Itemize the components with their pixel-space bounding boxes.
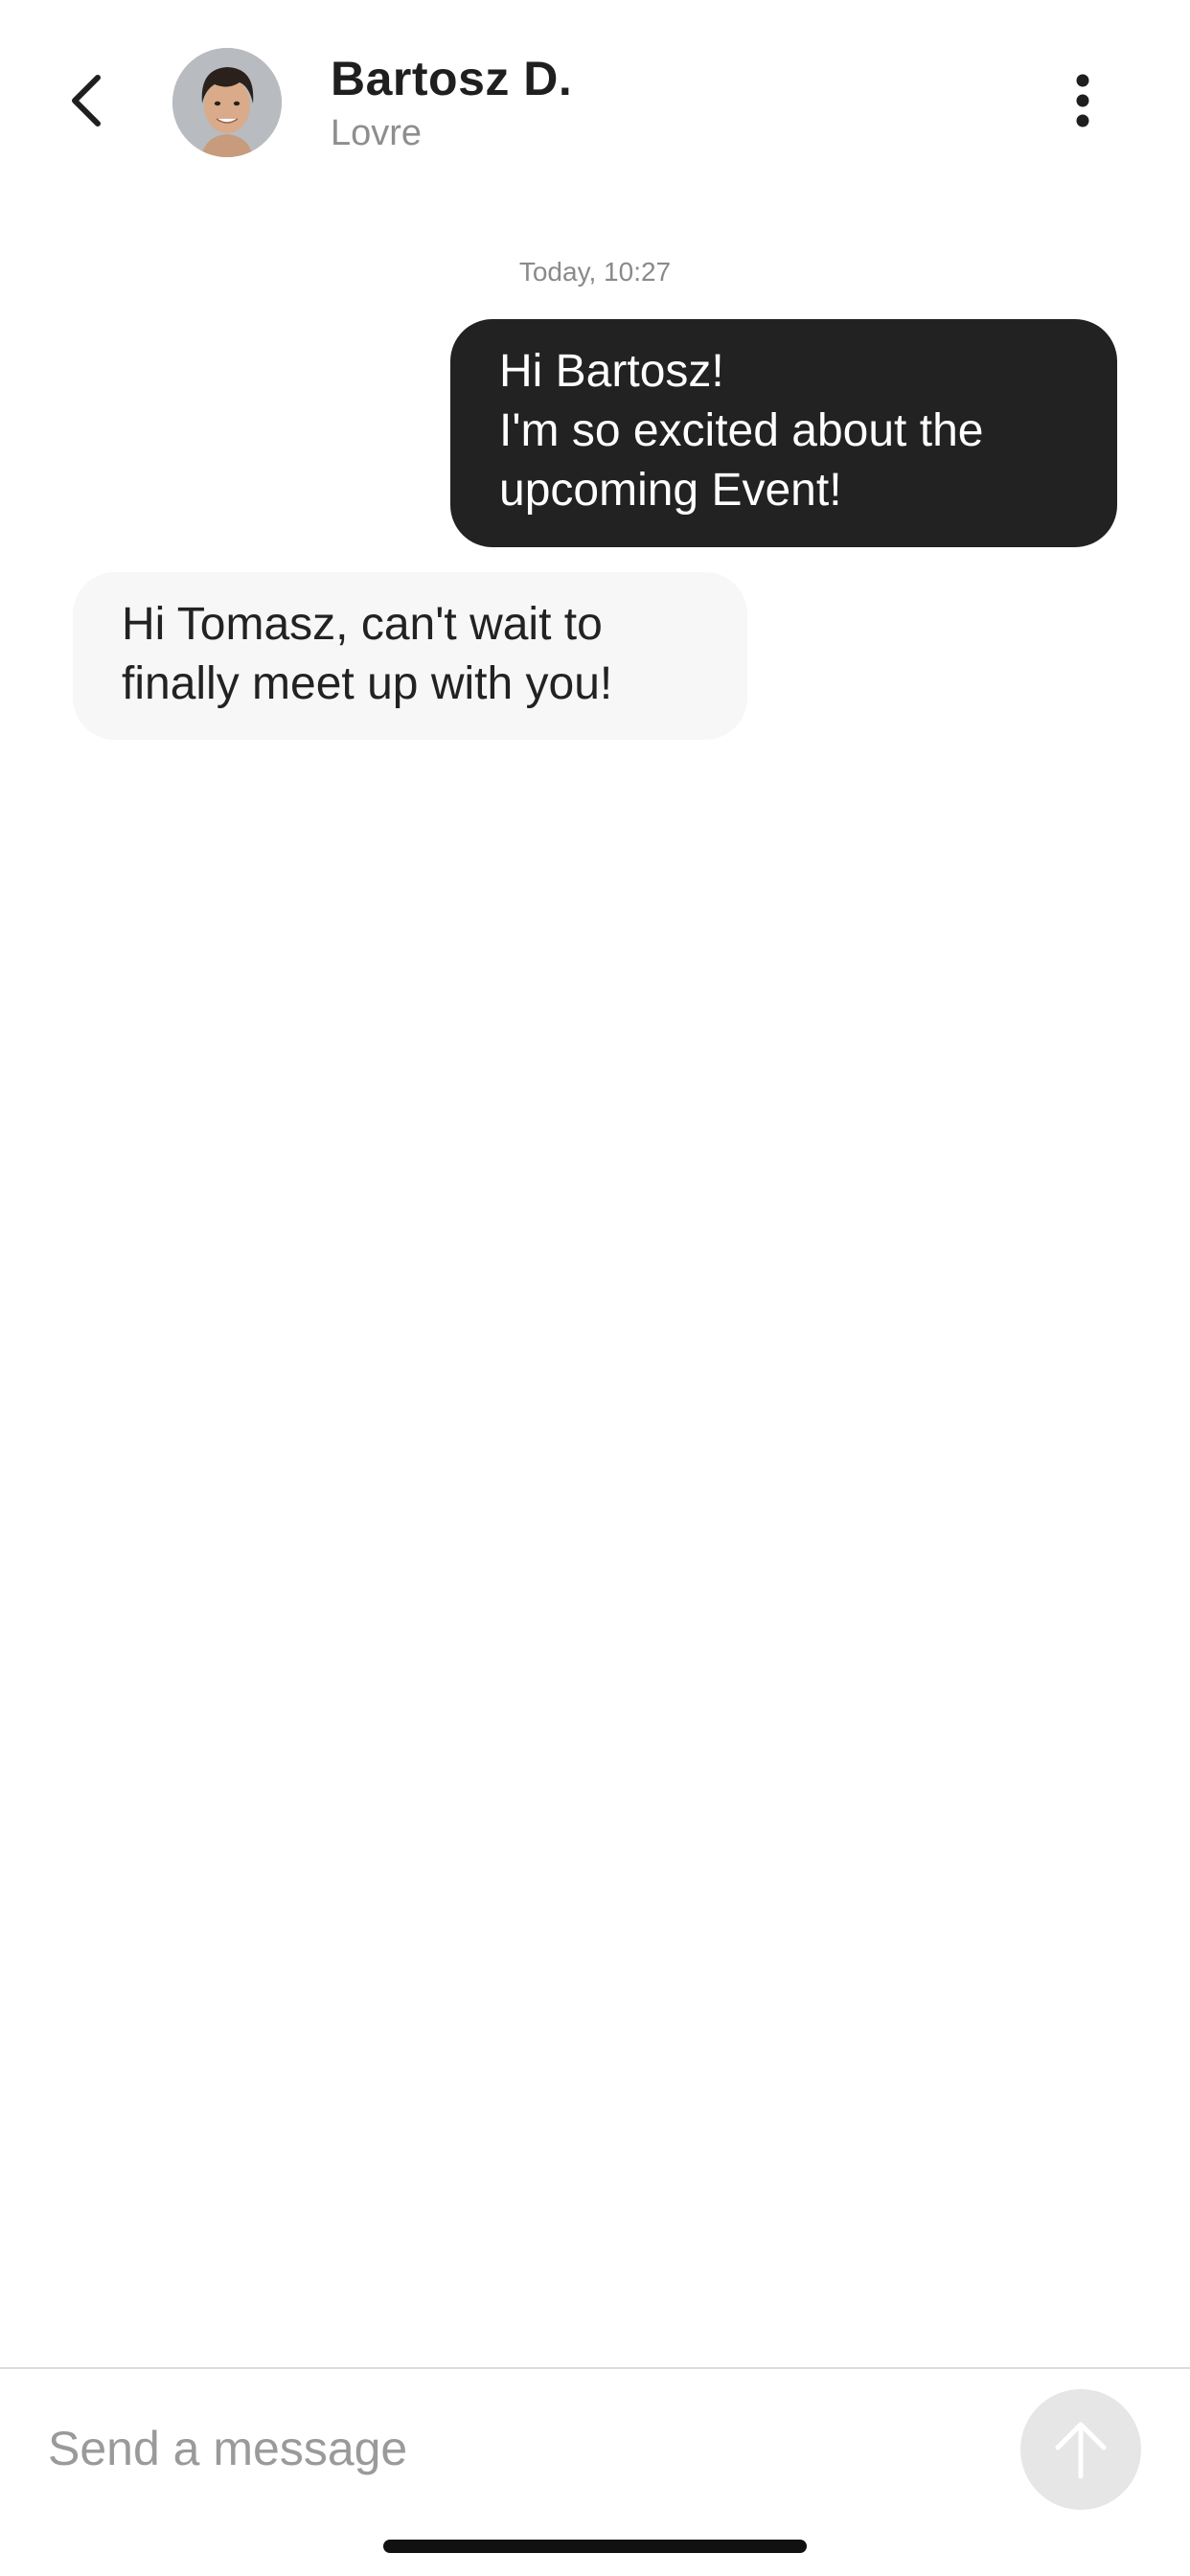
contact-photo bbox=[172, 48, 282, 157]
contact-info: Bartosz D. Lovre bbox=[331, 48, 1001, 157]
chat-header: Bartosz D. Lovre bbox=[0, 0, 1190, 192]
send-button[interactable] bbox=[1020, 2389, 1141, 2510]
more-options-button[interactable] bbox=[1044, 58, 1121, 144]
composer-divider bbox=[0, 2367, 1190, 2369]
outgoing-message-bubble[interactable]: Hi Bartosz! I'm so excited about the upc… bbox=[450, 319, 1117, 547]
arrow-up-icon bbox=[1055, 2422, 1107, 2479]
chevron-left-icon bbox=[72, 75, 101, 126]
contact-subtitle: Lovre bbox=[331, 113, 423, 153]
back-button[interactable] bbox=[48, 58, 125, 144]
incoming-message-bubble[interactable]: Hi Tomasz, can't wait to finally meet up… bbox=[73, 572, 747, 740]
contact-name[interactable]: Bartosz D. bbox=[331, 48, 1001, 109]
chat-screen: Bartosz D. Lovre Today, 10:27 Hi Bartosz… bbox=[0, 0, 1190, 2576]
avatar[interactable] bbox=[172, 48, 282, 157]
message-input[interactable] bbox=[48, 2410, 987, 2487]
more-vertical-icon bbox=[1076, 74, 1089, 127]
conversation-timestamp: Today, 10:27 bbox=[518, 257, 672, 287]
home-indicator bbox=[383, 2540, 807, 2553]
